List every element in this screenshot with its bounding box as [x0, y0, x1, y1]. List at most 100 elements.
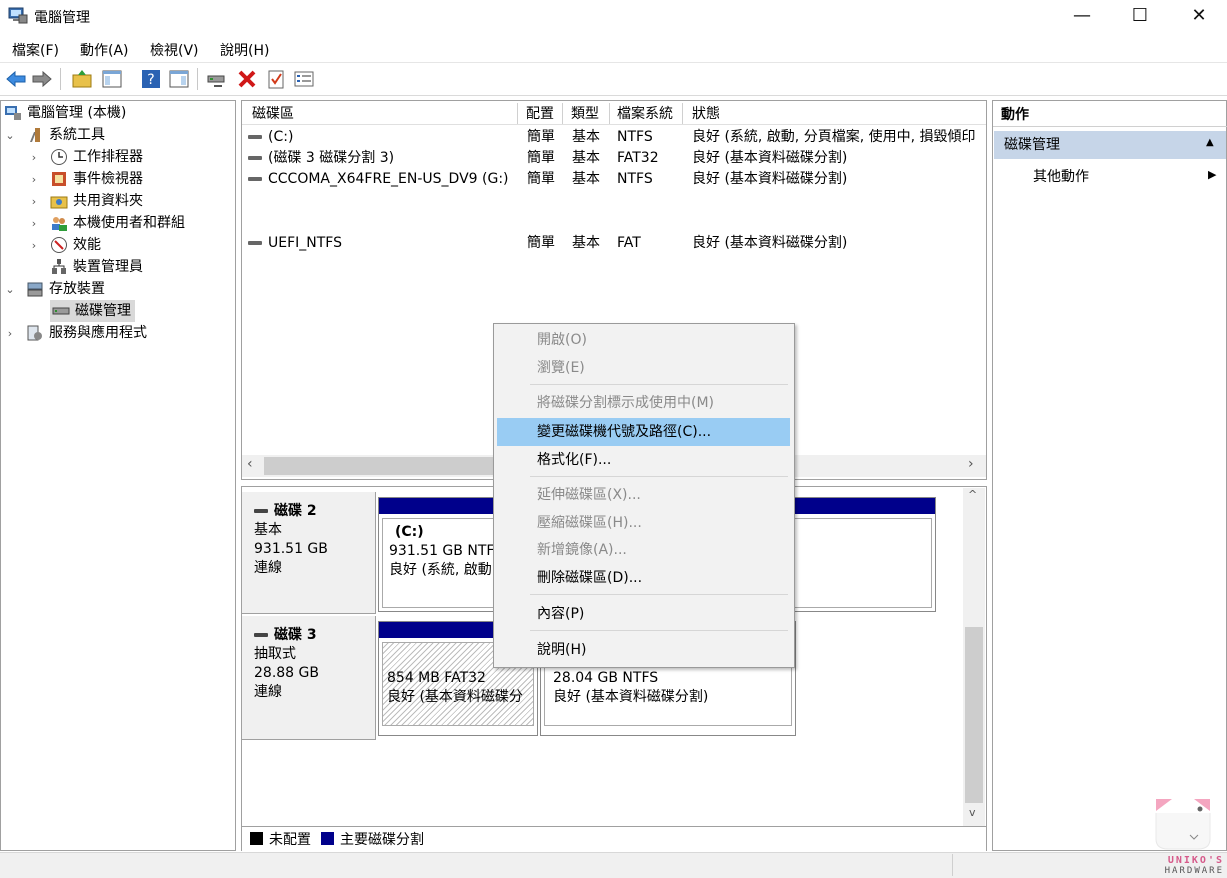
tree-item-shared-folders[interactable]: › 共用資料夾 — [4, 190, 234, 212]
scrollbar-thumb[interactable] — [965, 627, 983, 803]
tree-item-device-manager[interactable]: 裝置管理員 — [4, 256, 234, 278]
chevron-right-icon[interactable]: › — [28, 191, 40, 213]
volume-name: (C:) — [268, 129, 294, 145]
toolbar-divider — [0, 95, 1227, 96]
properties-icon[interactable] — [265, 68, 287, 90]
clock-icon — [51, 149, 67, 165]
storage-icon — [27, 282, 43, 297]
connect-drive-icon[interactable] — [206, 68, 228, 90]
tree-item-system-tools[interactable]: ⌄ 系統工具 — [4, 124, 234, 146]
actions-section-disk-management[interactable]: 磁碟管理 — [994, 131, 1226, 159]
tree-item-performance[interactable]: › 效能 — [4, 234, 234, 256]
minimize-icon[interactable]: — — [1059, 0, 1105, 32]
column-header-type[interactable]: 類型 — [565, 103, 610, 125]
column-header-status[interactable]: 狀態 — [686, 103, 984, 125]
chevron-down-icon[interactable]: ⌄ — [4, 125, 16, 147]
title-bar — [0, 0, 1227, 34]
column-header-layout[interactable]: 配置 — [520, 103, 563, 125]
tree-item-label: 存放裝置 — [49, 281, 105, 297]
volume-icon — [248, 177, 262, 181]
system-tools-icon — [30, 128, 40, 142]
maximize-icon[interactable]: ☐ — [1117, 0, 1163, 32]
tree-item-event-viewer[interactable]: › 事件檢視器 — [4, 168, 234, 190]
menu-item-explore[interactable]: 瀏覽(E) — [497, 354, 790, 382]
volume-layout: 簡單 — [527, 235, 555, 251]
scrollbar-thumb[interactable] — [264, 457, 524, 475]
settings-list-icon[interactable] — [293, 68, 315, 90]
back-icon[interactable] — [5, 68, 27, 90]
selected-highlight: 磁碟管理 — [50, 300, 135, 322]
menu-item-add-mirror[interactable]: 新增鏡像(A)... — [497, 536, 790, 564]
menu-item-format[interactable]: 格式化(F)... — [497, 446, 790, 474]
column-header-volume[interactable]: 磁碟區 — [246, 103, 518, 125]
toolbar-divider — [60, 68, 61, 90]
forward-icon[interactable] — [31, 68, 53, 90]
scroll-up-icon[interactable]: ^ — [968, 488, 977, 501]
more-actions[interactable]: 其他動作 — [1033, 166, 1089, 186]
window-title: 電腦管理 — [34, 10, 90, 26]
tree-item-computer-management[interactable]: 電腦管理 (本機) — [4, 102, 234, 124]
chevron-right-icon[interactable]: › — [28, 169, 40, 191]
close-icon[interactable]: ✕ — [1176, 0, 1222, 32]
users-icon — [52, 217, 67, 231]
volume-layout: 簡單 — [527, 150, 555, 166]
help-icon[interactable]: ? — [140, 68, 162, 90]
up-folder-icon[interactable] — [71, 68, 93, 90]
menu-item-shrink-volume[interactable]: 壓縮磁碟區(H)... — [497, 509, 790, 537]
chevron-right-icon[interactable]: › — [28, 235, 40, 257]
tree-item-label: 電腦管理 (本機) — [27, 105, 127, 121]
disk-management-icon — [52, 307, 70, 315]
tree-item-label: 本機使用者和群組 — [73, 215, 185, 231]
menu-item-help[interactable]: 說明(H) — [497, 636, 790, 664]
show-hide-action-pane-icon[interactable] — [168, 68, 190, 90]
column-header-filesystem[interactable]: 檔案系統 — [611, 103, 683, 125]
delete-icon[interactable] — [236, 68, 258, 90]
scroll-down-icon[interactable]: v — [969, 806, 976, 819]
tree-item-storage[interactable]: ⌄ 存放裝置 — [4, 278, 234, 300]
disk-2-label[interactable]: 磁碟 2 基本 931.51 GB 連線 — [242, 492, 376, 614]
menu-item-mark-active[interactable]: 將磁碟分割標示成使用中(M) — [497, 389, 790, 417]
chevron-right-icon[interactable]: › — [28, 213, 40, 235]
tree-item-disk-management[interactable]: 磁碟管理 — [4, 300, 234, 322]
partition-size: 854 MB FAT32 — [387, 670, 486, 686]
chevron-down-icon[interactable]: ⌄ — [4, 279, 16, 301]
menu-item-delete-volume[interactable]: 刪除磁碟區(D)... — [497, 564, 790, 592]
tree-item-local-users[interactable]: › 本機使用者和群組 — [4, 212, 234, 234]
legend: 未配置 主要磁碟分割 — [242, 826, 986, 851]
disk-type: 基本 — [254, 522, 282, 538]
scroll-left-icon[interactable]: ‹ — [247, 456, 253, 472]
section-label: 磁碟管理 — [1004, 137, 1060, 153]
menu-file[interactable]: 檔案(F) — [12, 40, 59, 60]
scroll-right-icon[interactable]: › — [968, 456, 974, 472]
menu-item-change-drive-letter[interactable]: 變更磁碟機代號及路徑(C)... — [497, 418, 790, 446]
tree-item-services-apps[interactable]: › 服務與應用程式 — [4, 322, 234, 344]
disk-icon — [254, 633, 268, 637]
disk-name: 磁碟 2 — [274, 503, 317, 519]
show-hide-tree-icon[interactable] — [101, 68, 123, 90]
menu-view[interactable]: 檢視(V) — [150, 40, 199, 60]
disk-type: 抽取式 — [254, 646, 296, 662]
disk-3-label[interactable]: 磁碟 3 抽取式 28.88 GB 連線 — [242, 616, 376, 740]
volume-type: 基本 — [572, 129, 600, 145]
chevron-right-icon[interactable]: › — [28, 147, 40, 169]
tree-item-label: 系統工具 — [49, 127, 105, 143]
volume-type: 基本 — [572, 150, 600, 166]
menu-action[interactable]: 動作(A) — [80, 40, 129, 60]
tree-item-label: 磁碟管理 — [75, 303, 131, 319]
services-icon — [27, 325, 42, 341]
shared-folder-icon — [50, 196, 68, 209]
svg-text:?: ? — [147, 72, 154, 88]
tree-item-task-scheduler[interactable]: › 工作排程器 — [4, 146, 234, 168]
disk-state: 連線 — [254, 684, 282, 700]
chevron-right-icon[interactable]: › — [4, 323, 16, 345]
event-viewer-icon — [52, 172, 66, 186]
collapse-icon[interactable]: ▲ — [1206, 137, 1214, 148]
menu-item-open[interactable]: 開啟(O) — [497, 326, 790, 354]
menu-separator — [530, 384, 788, 385]
submenu-arrow-icon: ▶ — [1208, 168, 1217, 181]
menu-item-extend-volume[interactable]: 延伸磁碟區(X)... — [497, 481, 790, 509]
menu-help[interactable]: 說明(H) — [220, 40, 269, 60]
legend-unallocated-label: 未配置 — [269, 832, 311, 848]
menu-item-properties[interactable]: 內容(P) — [497, 600, 790, 628]
watermark-logo — [1155, 799, 1211, 850]
